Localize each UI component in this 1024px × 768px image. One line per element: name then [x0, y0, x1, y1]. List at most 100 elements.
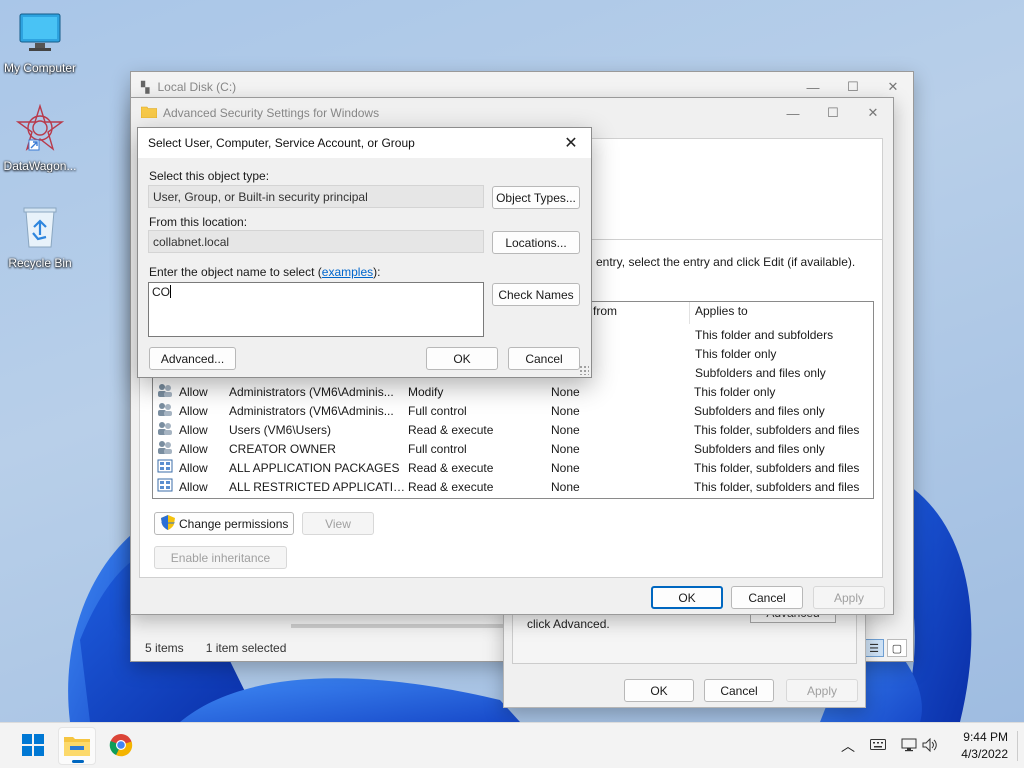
applies-to-cell: This folder, subfolders and files	[694, 460, 860, 475]
change-permissions-label: Change permissions	[179, 516, 289, 531]
advanced-security-titlebar: Advanced Security Settings for Windows —…	[131, 98, 893, 128]
tiles-view-icon[interactable]: ▢	[887, 639, 907, 657]
permissions-instruction: entry, select the entry and click Edit (…	[596, 255, 856, 269]
applies-to-cell: This folder and subfolders	[695, 327, 834, 342]
text-caret	[170, 285, 171, 298]
keyboard-icon[interactable]	[864, 739, 892, 753]
network-icon[interactable]	[898, 738, 920, 755]
package-icon	[153, 478, 179, 495]
cancel-button[interactable]: Cancel	[508, 347, 580, 370]
users-icon	[153, 421, 179, 438]
details-view-icon[interactable]: ☰	[864, 639, 884, 657]
close-button[interactable]: ✕	[551, 128, 591, 158]
apply-button[interactable]: Apply	[813, 586, 885, 609]
system-tray: ︿	[838, 723, 940, 768]
datawagon-icon	[0, 103, 80, 155]
applies-to-cell: This folder, subfolders and files	[694, 479, 860, 494]
chevron-up-icon[interactable]: ︿	[838, 736, 858, 756]
desktop-icon-recycle-bin[interactable]: Recycle Bin	[0, 205, 80, 270]
object-type-field: User, Group, or Built-in security princi…	[148, 185, 484, 208]
access-cell: Full control	[408, 441, 467, 456]
package-icon	[153, 459, 179, 476]
applies-to-cell: Subfolders and files only	[694, 403, 825, 418]
examples-link[interactable]: examples	[322, 265, 373, 279]
item-count: 5 items	[145, 641, 184, 655]
inherited-cell: None	[551, 479, 580, 494]
object-name-label-prefix: Enter the object name to select (	[149, 265, 322, 279]
close-button[interactable]: ✕	[853, 98, 893, 128]
minimize-button[interactable]: —	[773, 98, 813, 128]
applies-to-cell: This folder only	[694, 384, 776, 399]
principal-cell: Administrators (VM6\Adminis...	[229, 384, 394, 399]
applies-to-cell: This folder, subfolders and files	[694, 422, 860, 437]
table-row[interactable]: Allow ALL APPLICATION PACKAGES Read & ex…	[153, 458, 873, 477]
users-icon	[153, 440, 179, 457]
ok-button[interactable]: OK	[651, 586, 723, 609]
type-cell: Allow	[179, 441, 208, 456]
principal-cell: ALL RESTRICTED APPLICATIO...	[229, 479, 408, 494]
type-cell: Allow	[179, 460, 208, 475]
advanced-security-title: Advanced Security Settings for Windows	[163, 106, 380, 120]
taskbar-file-explorer[interactable]	[58, 727, 96, 765]
maximize-button[interactable]: ☐	[813, 98, 853, 128]
type-cell: Allow	[179, 422, 208, 437]
principal-cell: Users (VM6\Users)	[229, 422, 332, 437]
taskbar-chrome[interactable]	[102, 727, 140, 765]
column-header-applies-to[interactable]: Applies to	[695, 304, 748, 318]
access-cell: Full control	[408, 403, 467, 418]
location-field: collabnet.local	[148, 230, 484, 253]
enable-inheritance-button[interactable]: Enable inheritance	[154, 546, 287, 569]
folder-icon	[140, 105, 158, 121]
type-cell: Allow	[179, 384, 208, 399]
inherited-cell: None	[551, 384, 580, 399]
taskbar: ︿ 9:44 PM 4/3/2022	[0, 722, 1024, 768]
inherited-cell: None	[551, 422, 580, 437]
properties-cancel-button[interactable]: Cancel	[704, 679, 774, 702]
object-types-button[interactable]: Object Types...	[492, 186, 580, 209]
ok-button[interactable]: OK	[426, 347, 498, 370]
applies-to-cell: Subfolders and files only	[694, 441, 825, 456]
change-permissions-button[interactable]: Change permissions	[154, 512, 294, 535]
select-user-titlebar: Select User, Computer, Service Account, …	[138, 128, 591, 158]
applies-to-cell: Subfolders and files only	[695, 365, 826, 380]
select-user-dialog: Select User, Computer, Service Account, …	[137, 127, 592, 378]
principal-cell: ALL APPLICATION PACKAGES	[229, 460, 400, 475]
object-name-input[interactable]: CO	[148, 282, 484, 337]
access-cell: Read & execute	[408, 422, 494, 437]
explorer-title: Local Disk (C:)	[157, 80, 237, 94]
inherited-cell: None	[551, 441, 580, 456]
principal-cell: CREATOR OWNER	[229, 441, 336, 456]
locations-button[interactable]: Locations...	[492, 231, 580, 254]
properties-ok-button[interactable]: OK	[624, 679, 694, 702]
object-type-label: Select this object type:	[149, 169, 270, 183]
table-row[interactable]: Allow ALL RESTRICTED APPLICATIO... Read …	[153, 477, 873, 496]
resize-grip[interactable]	[579, 365, 589, 375]
check-names-button[interactable]: Check Names	[492, 283, 580, 306]
show-desktop-button[interactable]	[1017, 731, 1020, 761]
windows-logo-icon	[22, 733, 44, 759]
view-toggle: ☰ ▢	[864, 639, 907, 657]
table-row[interactable]: Allow Administrators (VM6\Adminis... Ful…	[153, 401, 873, 420]
taskbar-clock[interactable]: 9:44 PM 4/3/2022	[961, 729, 1008, 763]
table-row[interactable]: Allow Administrators (VM6\Adminis... Mod…	[153, 382, 873, 401]
view-button[interactable]: View	[302, 512, 374, 535]
table-row[interactable]: Allow CREATOR OWNER Full control None Su…	[153, 439, 873, 458]
object-name-label-suffix: ):	[373, 265, 381, 279]
access-cell: Read & execute	[408, 460, 494, 475]
clock-date: 4/3/2022	[961, 747, 1008, 761]
table-row[interactable]: Allow Users (VM6\Users) Read & execute N…	[153, 420, 873, 439]
selection-count: 1 item selected	[205, 641, 287, 655]
volume-icon[interactable]	[920, 737, 940, 755]
advanced-button[interactable]: Advanced...	[149, 347, 236, 370]
start-button[interactable]	[14, 727, 52, 765]
cancel-button[interactable]: Cancel	[731, 586, 803, 609]
desktop-icon-my-computer[interactable]: My Computer	[0, 10, 80, 75]
properties-hint: click Advanced.	[527, 617, 610, 631]
access-cell: Modify	[408, 384, 444, 399]
desktop-icon-datawagon[interactable]: DataWagon...	[0, 103, 80, 173]
drive-icon: ▚	[141, 81, 150, 94]
type-cell: Allow	[179, 479, 208, 494]
applies-to-cell: This folder only	[695, 346, 777, 361]
users-icon	[153, 402, 179, 419]
properties-apply-button[interactable]: Apply	[786, 679, 858, 702]
